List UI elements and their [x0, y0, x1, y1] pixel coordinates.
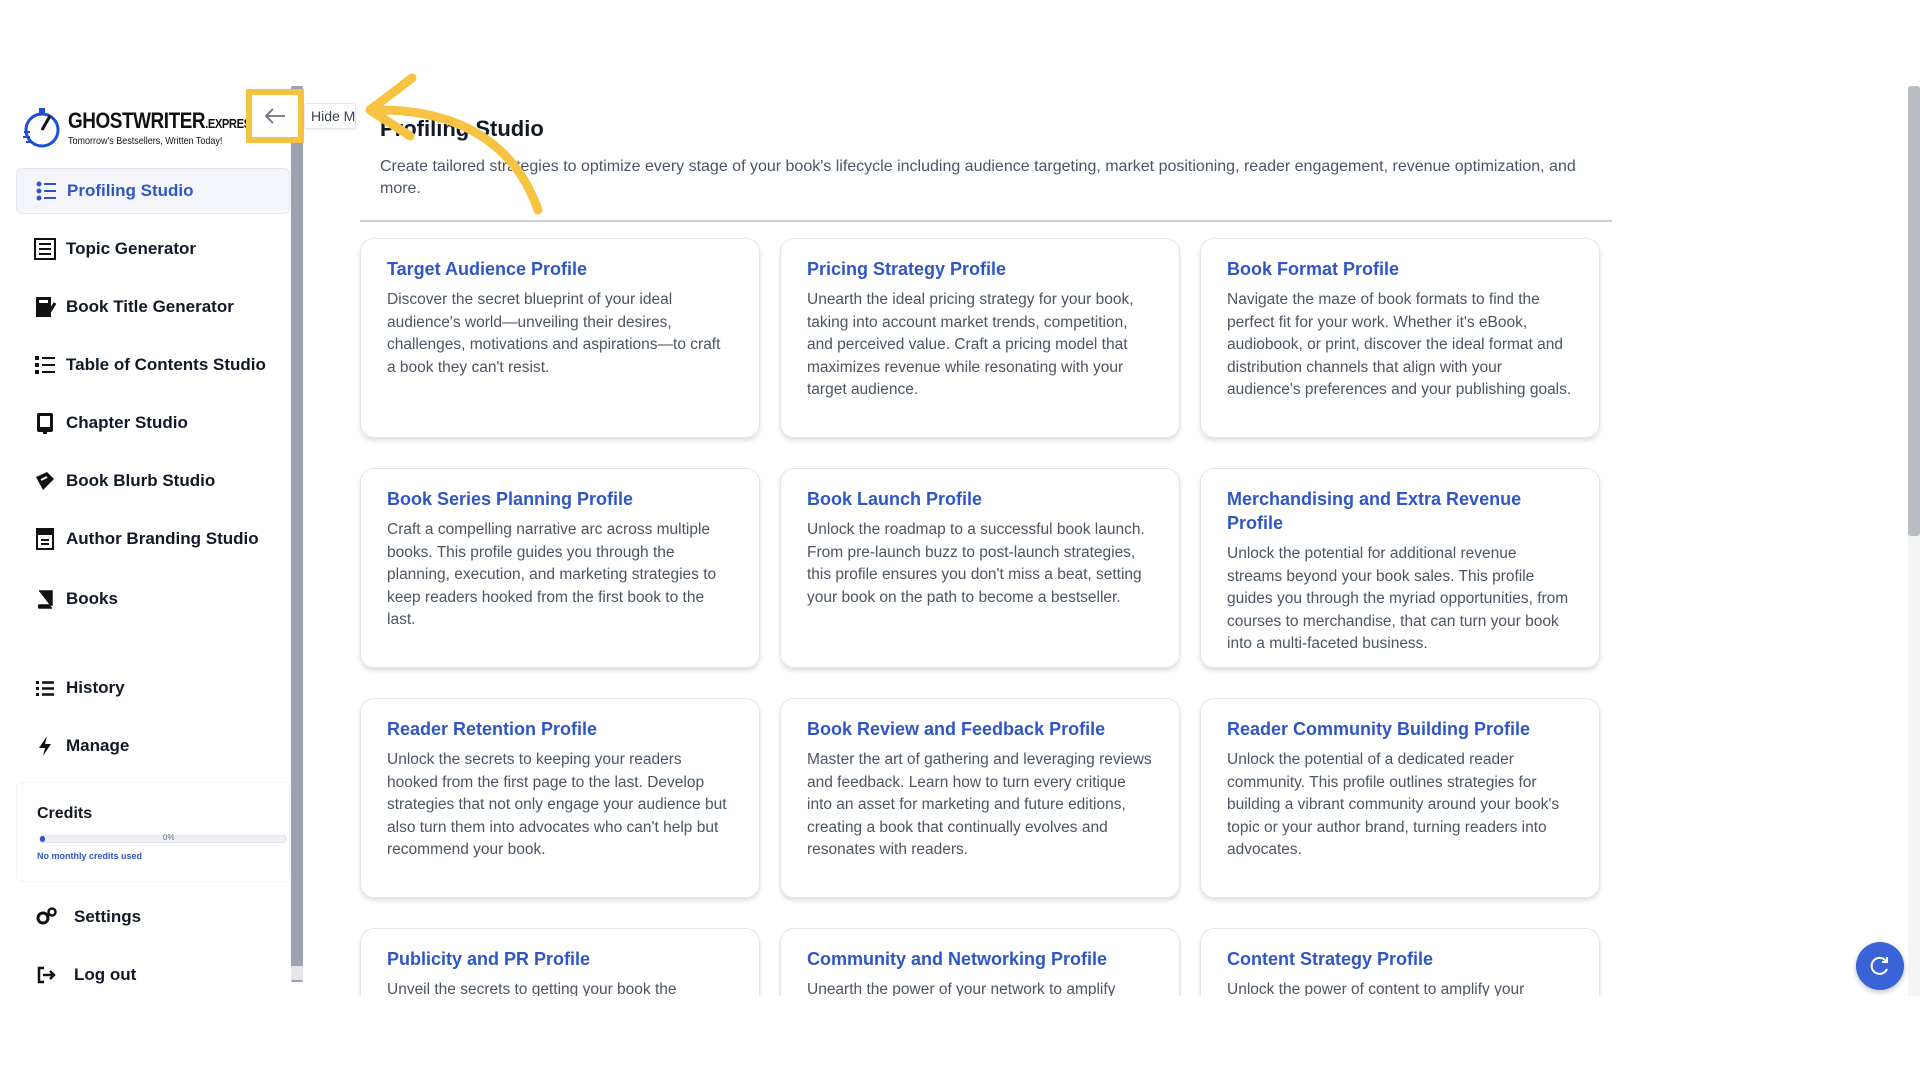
card-description: Master the art of gathering and leveragi…	[807, 751, 1152, 858]
card-title: Merchandising and Extra Revenue Profile	[1227, 489, 1522, 533]
card-title: Book Series Planning Profile	[387, 489, 634, 509]
profiling-icon	[33, 178, 59, 204]
collapse-sidebar-button[interactable]	[246, 89, 304, 143]
brand-logo[interactable]: GHOSTWRITER.EXPRESS Tomorrow's Bestselle…	[20, 102, 258, 152]
card-title: Book Review and Feedback Profile	[807, 719, 1106, 739]
sidebar-item-label: Table of Contents Studio	[66, 355, 266, 374]
sidebar-item-log-out[interactable]: Log out	[16, 952, 290, 998]
sidebar-item-label: History	[66, 678, 125, 697]
sidebar-scrollbar-end	[291, 966, 303, 980]
sidebar-item-label: Books	[66, 589, 118, 608]
card-description: Unlock the potential for additional reve…	[1227, 545, 1569, 652]
sidebar-item-history[interactable]: History	[16, 665, 290, 711]
app-window: GHOSTWRITER.EXPRESS Tomorrow's Bestselle…	[0, 0, 1920, 1080]
sidebar-item-book-title-generator[interactable]: Book Title Generator	[16, 284, 290, 330]
credits-panel: Credits 0% No monthly credits used	[16, 782, 290, 882]
credits-note: No monthly credits used	[37, 851, 143, 861]
sidebar-item-label: Log out	[74, 965, 137, 984]
card-description: Unlock the potential of a dedicated read…	[1227, 751, 1560, 858]
profile-card[interactable]: Book Format Profile Navigate the maze of…	[1200, 238, 1600, 438]
refresh-icon	[1870, 956, 1888, 975]
sidebar-item-label: Book Blurb Studio	[66, 471, 216, 490]
card-description: Navigate the maze of book formats to fin…	[1227, 291, 1572, 398]
sidebar-item-label: Manage	[66, 736, 130, 755]
profile-card[interactable]: Pricing Strategy Profile Unearth the ide…	[780, 238, 1180, 438]
profile-card[interactable]: Merchandising and Extra Revenue Profile …	[1200, 468, 1600, 668]
sidebar-item-author-branding-studio[interactable]: Author Branding Studio	[16, 516, 290, 562]
stopwatch-pen-icon	[23, 108, 60, 148]
sidebar-item-settings[interactable]: Settings	[16, 894, 290, 940]
card-description: Unlock the power of content to amplify y…	[1227, 981, 1525, 996]
sidebar-item-books[interactable]: Books	[16, 576, 290, 622]
logout-icon	[34, 962, 60, 988]
card-title: Reader Retention Profile	[387, 719, 598, 739]
viewport-bottom	[0, 996, 1920, 1080]
profile-card[interactable]: Book Launch Profile Unlock the roadmap t…	[780, 468, 1180, 668]
card-title: Book Launch Profile	[807, 489, 983, 509]
toc-icon	[32, 352, 58, 378]
sidebar-item-book-blurb-studio[interactable]: Book Blurb Studio	[16, 458, 290, 504]
credits-percent: 0%	[163, 833, 175, 842]
card-description: Discover the secret blueprint of your id…	[387, 291, 721, 376]
profile-card[interactable]: Book Series Planning Profile Craft a com…	[360, 468, 760, 668]
title-icon	[32, 294, 58, 320]
card-description: Unearth the ideal pricing strategy for y…	[807, 291, 1134, 398]
card-description: Unveil the secrets to getting your book …	[387, 981, 677, 996]
page-description: Create tailored strategies to optimize e…	[380, 158, 1576, 197]
sidebar-item-topic-generator[interactable]: Topic Generator	[16, 226, 290, 272]
card-title: Publicity and PR Profile	[387, 949, 591, 969]
card-description: Unlock the roadmap to a successful book …	[807, 521, 1145, 606]
card-title: Target Audience Profile	[387, 259, 588, 279]
card-description: Unlock the secrets to keeping your reade…	[387, 751, 727, 858]
main-content: Profiling Studio Create tailored strateg…	[320, 86, 1900, 996]
profile-card[interactable]: Content Strategy Profile Unlock the powe…	[1200, 928, 1600, 996]
blurb-icon	[32, 468, 58, 494]
brand-tagline: Tomorrow's Bestsellers, Written Today!	[68, 136, 223, 147]
card-title: Book Format Profile	[1227, 259, 1400, 279]
gears-icon	[34, 904, 60, 930]
sidebar-item-label: Topic Generator	[66, 239, 197, 258]
sidebar-item-table-of-contents-studio[interactable]: Table of Contents Studio	[16, 342, 290, 388]
chapter-icon	[32, 410, 58, 436]
sidebar-scrollbar[interactable]	[291, 86, 303, 982]
refresh-button[interactable]	[1856, 942, 1904, 990]
sidebar-item-label: Book Title Generator	[66, 297, 234, 316]
bolt-icon	[32, 733, 58, 759]
profile-card[interactable]: Community and Networking Profile Unearth…	[780, 928, 1180, 996]
sidebar: GHOSTWRITER.EXPRESS Tomorrow's Bestselle…	[0, 86, 292, 992]
card-description: Unearth the power of your network to amp…	[807, 981, 1116, 996]
credits-progress-fill	[40, 836, 45, 842]
card-title: Pricing Strategy Profile	[807, 259, 1007, 279]
profile-card[interactable]: Reader Retention Profile Unlock the secr…	[360, 698, 760, 898]
topic-icon	[32, 236, 58, 262]
branding-icon	[32, 526, 58, 552]
arrow-left-icon	[264, 108, 285, 124]
sidebar-item-profiling-studio[interactable]: Profiling Studio	[16, 168, 290, 214]
brand-wordmark: GHOSTWRITER.EXPRESS	[68, 108, 258, 133]
page-title: Profiling Studio	[380, 116, 544, 141]
book-icon	[32, 586, 58, 612]
card-description: Craft a compelling narrative arc across …	[387, 521, 717, 628]
sidebar-item-label: Settings	[74, 907, 142, 926]
card-title: Reader Community Building Profile	[1227, 719, 1531, 739]
list-icon	[32, 675, 58, 701]
profile-card[interactable]: Reader Community Building Profile Unlock…	[1200, 698, 1600, 898]
profile-card[interactable]: Book Review and Feedback Profile Master …	[780, 698, 1180, 898]
sidebar-item-label: Chapter Studio	[66, 413, 188, 432]
profile-card[interactable]: Publicity and PR Profile Unveil the secr…	[360, 928, 760, 996]
sidebar-item-label: Profiling Studio	[67, 181, 194, 200]
page-scrollbar[interactable]	[1908, 86, 1920, 536]
sidebar-item-manage[interactable]: Manage	[16, 723, 290, 769]
sidebar-item-chapter-studio[interactable]: Chapter Studio	[16, 400, 290, 446]
credits-title: Credits	[37, 805, 93, 822]
header-divider	[360, 220, 1612, 222]
profile-card[interactable]: Target Audience Profile Discover the sec…	[360, 238, 760, 438]
card-title: Community and Networking Profile	[807, 949, 1108, 969]
sidebar-item-label: Author Branding Studio	[66, 529, 259, 548]
card-title: Content Strategy Profile	[1227, 949, 1434, 969]
